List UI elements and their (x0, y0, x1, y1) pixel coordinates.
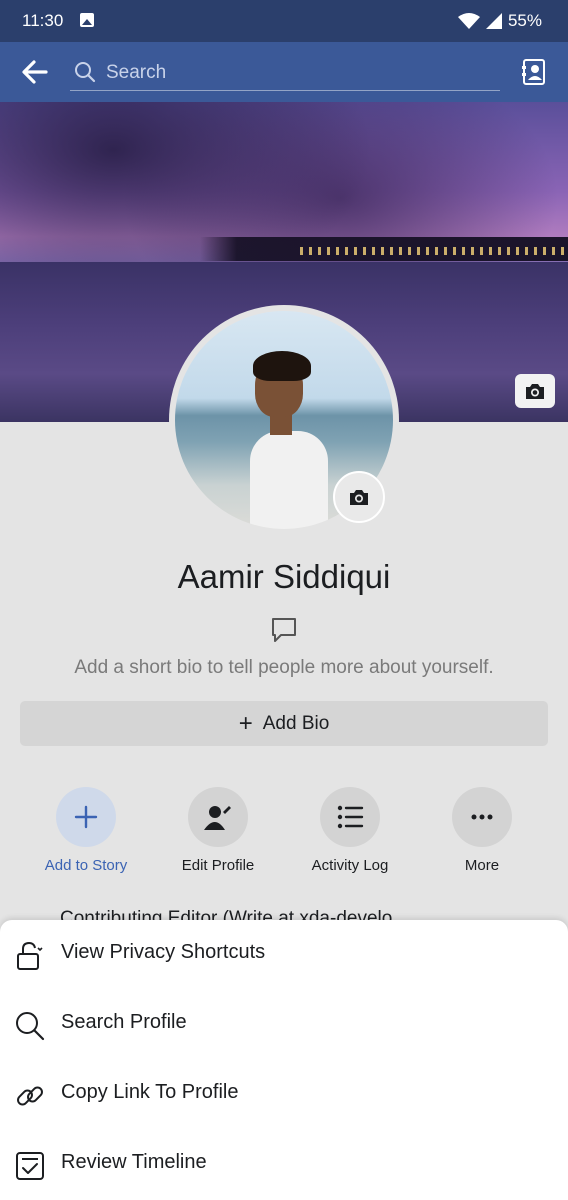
activity-log-button[interactable]: Activity Log (284, 787, 416, 874)
signal-icon (485, 13, 502, 29)
battery-percent: 55% (507, 11, 542, 30)
camera-icon (350, 490, 368, 505)
status-indicators: 55% (457, 11, 542, 31)
profile-options-sheet: View Privacy Shortcuts Search Profile Co… (0, 920, 568, 1200)
speech-bubble-icon[interactable] (269, 615, 299, 645)
add-to-story-button[interactable]: Add to Story (20, 787, 152, 874)
action-circle (320, 787, 380, 847)
sheet-item-label: Search Profile (61, 1011, 187, 1033)
bio-hint: Add a short bio to tell people more abou… (74, 657, 494, 678)
status-time: 11:30 (22, 11, 64, 30)
camera-icon (526, 384, 544, 399)
sheet-item-label: Copy Link To Profile (61, 1081, 239, 1103)
edit-person-icon (204, 806, 231, 830)
lock-icon (17, 941, 43, 970)
search-placeholder: Search (106, 62, 167, 83)
add-bio-button[interactable]: + Add Bio (20, 701, 548, 746)
wifi-icon (457, 13, 480, 29)
action-circle (56, 787, 116, 847)
sheet-item-label: Review Timeline (61, 1151, 207, 1173)
avatar-person-body (250, 431, 328, 529)
status-bar: 11:30 55% (0, 0, 568, 42)
plus-icon (74, 805, 98, 829)
profile-name: Aamir Siddiqui (177, 558, 391, 595)
copy-link-to-profile-item[interactable]: Copy Link To Profile (0, 1060, 568, 1130)
action-label: Activity Log (311, 857, 389, 874)
review-timeline-item[interactable]: Review Timeline (0, 1130, 568, 1200)
app-bar: Search (0, 42, 568, 102)
list-icon (337, 805, 364, 829)
contact-card-icon[interactable] (522, 58, 546, 86)
add-bio-label: Add Bio (262, 712, 330, 734)
image-notification-icon (80, 13, 94, 27)
action-label: More (464, 857, 500, 874)
plus-icon: + (238, 709, 253, 737)
avatar-person-hair (253, 351, 311, 381)
more-icon (471, 814, 493, 820)
search-profile-item[interactable]: Search Profile (0, 990, 568, 1060)
action-label: Edit Profile (181, 857, 255, 874)
edit-profile-button[interactable]: Edit Profile (152, 787, 284, 874)
back-arrow-icon[interactable] (22, 60, 48, 84)
cover-city-lights (300, 247, 568, 255)
search-field[interactable]: Search (70, 54, 500, 91)
cover-camera-button[interactable] (515, 374, 555, 408)
search-icon (75, 62, 96, 83)
more-button[interactable]: More (416, 787, 548, 874)
search-icon (16, 1012, 45, 1041)
timeline-review-icon (16, 1152, 44, 1180)
avatar-camera-button[interactable] (333, 471, 385, 523)
action-circle (452, 787, 512, 847)
view-privacy-shortcuts-item[interactable]: View Privacy Shortcuts (0, 920, 568, 990)
action-label: Add to Story (44, 857, 128, 874)
link-icon (17, 1086, 43, 1106)
action-circle (188, 787, 248, 847)
sheet-item-label: View Privacy Shortcuts (61, 941, 266, 963)
